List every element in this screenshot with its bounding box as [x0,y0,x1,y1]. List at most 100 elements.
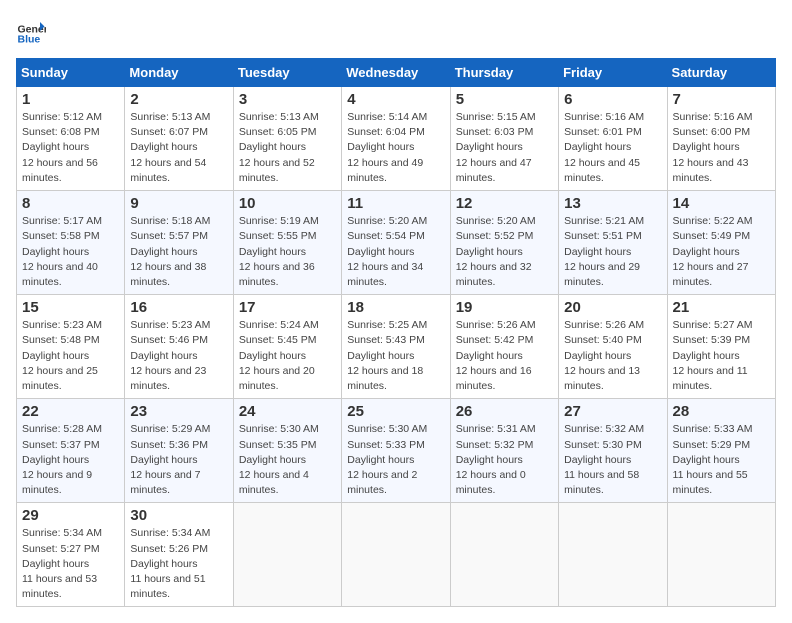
day-info: Sunrise: 5:26 AMSunset: 5:42 PMDaylight … [456,318,553,394]
calendar-day-cell: 5 Sunrise: 5:15 AMSunset: 6:03 PMDaylight… [450,87,558,191]
day-info: Sunrise: 5:24 AMSunset: 5:45 PMDaylight … [239,318,336,394]
day-info: Sunrise: 5:33 AMSunset: 5:29 PMDaylight … [673,422,770,498]
day-number: 2 [130,91,227,108]
calendar-day-cell: 15 Sunrise: 5:23 AMSunset: 5:48 PMDayligh… [17,295,125,399]
logo: General Blue [16,16,46,46]
day-number: 14 [673,195,770,212]
calendar-week-row: 15 Sunrise: 5:23 AMSunset: 5:48 PMDayligh… [17,295,776,399]
calendar-day-cell: 12 Sunrise: 5:20 AMSunset: 5:52 PMDayligh… [450,191,558,295]
day-number: 9 [130,195,227,212]
calendar-week-row: 29Sunrise: 5:34 AMSunset: 5:27 PMDayligh… [17,503,776,607]
day-info: Sunrise: 5:22 AMSunset: 5:49 PMDaylight … [673,214,770,290]
calendar-day-cell [559,503,667,607]
day-number: 16 [130,299,227,316]
day-info: Sunrise: 5:32 AMSunset: 5:30 PMDaylight … [564,422,661,498]
day-number: 22 [22,403,119,420]
day-number: 10 [239,195,336,212]
weekday-header: Tuesday [233,59,341,87]
calendar-day-cell: 7Sunrise: 5:16 AMSunset: 6:00 PMDaylight… [667,87,775,191]
calendar-week-row: 8Sunrise: 5:17 AMSunset: 5:58 PMDaylight… [17,191,776,295]
calendar-day-cell: 8Sunrise: 5:17 AMSunset: 5:58 PMDaylight… [17,191,125,295]
page-header: General Blue [16,16,776,46]
calendar-day-cell: 3Sunrise: 5:13 AMSunset: 6:05 PMDaylight… [233,87,341,191]
calendar-day-cell: 1 Sunrise: 5:12 AMSunset: 6:08 PMDaylight… [17,87,125,191]
day-info: Sunrise: 5:12 AMSunset: 6:08 PMDaylight … [22,110,119,186]
calendar-day-cell: 13Sunrise: 5:21 AMSunset: 5:51 PMDayligh… [559,191,667,295]
day-info: Sunrise: 5:34 AMSunset: 5:26 PMDaylight … [130,526,227,602]
day-info: Sunrise: 5:26 AMSunset: 5:40 PMDaylight … [564,318,661,394]
day-number: 30 [130,507,227,524]
calendar-day-cell: 19 Sunrise: 5:26 AMSunset: 5:42 PMDayligh… [450,295,558,399]
day-info: Sunrise: 5:25 AMSunset: 5:43 PMDaylight … [347,318,444,394]
calendar-day-cell: 29Sunrise: 5:34 AMSunset: 5:27 PMDayligh… [17,503,125,607]
day-info: Sunrise: 5:23 AMSunset: 5:46 PMDaylight … [130,318,227,394]
day-number: 17 [239,299,336,316]
calendar-day-cell: 21Sunrise: 5:27 AMSunset: 5:39 PMDayligh… [667,295,775,399]
calendar-day-cell: 16 Sunrise: 5:23 AMSunset: 5:46 PMDayligh… [125,295,233,399]
weekday-header: Monday [125,59,233,87]
calendar-day-cell: 22 Sunrise: 5:28 AMSunset: 5:37 PMDayligh… [17,399,125,503]
day-number: 21 [673,299,770,316]
day-info: Sunrise: 5:28 AMSunset: 5:37 PMDaylight … [22,422,119,498]
weekday-header-row: SundayMondayTuesdayWednesdayThursdayFrid… [17,59,776,87]
calendar-day-cell: 17 Sunrise: 5:24 AMSunset: 5:45 PMDayligh… [233,295,341,399]
svg-text:Blue: Blue [18,33,41,45]
day-number: 7 [673,91,770,108]
calendar-day-cell: 24 Sunrise: 5:30 AMSunset: 5:35 PMDayligh… [233,399,341,503]
calendar-day-cell: 28 Sunrise: 5:33 AMSunset: 5:29 PMDayligh… [667,399,775,503]
calendar-day-cell [342,503,450,607]
calendar-day-cell: 27 Sunrise: 5:32 AMSunset: 5:30 PMDayligh… [559,399,667,503]
calendar-day-cell: 23 Sunrise: 5:29 AMSunset: 5:36 PMDayligh… [125,399,233,503]
day-info: Sunrise: 5:20 AMSunset: 5:52 PMDaylight … [456,214,553,290]
calendar-day-cell [450,503,558,607]
day-info: Sunrise: 5:30 AMSunset: 5:33 PMDaylight … [347,422,444,498]
calendar-week-row: 22 Sunrise: 5:28 AMSunset: 5:37 PMDayligh… [17,399,776,503]
calendar-day-cell: 9 Sunrise: 5:18 AMSunset: 5:57 PMDaylight… [125,191,233,295]
day-number: 18 [347,299,444,316]
day-number: 6 [564,91,661,108]
day-number: 1 [22,91,119,108]
day-number: 12 [456,195,553,212]
calendar-day-cell: 20 Sunrise: 5:26 AMSunset: 5:40 PMDayligh… [559,295,667,399]
calendar-day-cell: 18 Sunrise: 5:25 AMSunset: 5:43 PMDayligh… [342,295,450,399]
calendar-day-cell: 30 Sunrise: 5:34 AMSunset: 5:26 PMDayligh… [125,503,233,607]
weekday-header: Wednesday [342,59,450,87]
day-info: Sunrise: 5:29 AMSunset: 5:36 PMDaylight … [130,422,227,498]
day-number: 5 [456,91,553,108]
day-info: Sunrise: 5:20 AMSunset: 5:54 PMDaylight … [347,214,444,290]
day-number: 8 [22,195,119,212]
day-info: Sunrise: 5:16 AMSunset: 6:01 PMDaylight … [564,110,661,186]
weekday-header: Friday [559,59,667,87]
day-info: Sunrise: 5:19 AMSunset: 5:55 PMDaylight … [239,214,336,290]
calendar-day-cell: 26Sunrise: 5:31 AMSunset: 5:32 PMDayligh… [450,399,558,503]
calendar-day-cell: 6 Sunrise: 5:16 AMSunset: 6:01 PMDaylight… [559,87,667,191]
day-info: Sunrise: 5:13 AMSunset: 6:05 PMDaylight … [239,110,336,186]
weekday-header: Thursday [450,59,558,87]
calendar-day-cell: 10 Sunrise: 5:19 AMSunset: 5:55 PMDayligh… [233,191,341,295]
calendar-week-row: 1 Sunrise: 5:12 AMSunset: 6:08 PMDaylight… [17,87,776,191]
weekday-header: Sunday [17,59,125,87]
day-info: Sunrise: 5:13 AMSunset: 6:07 PMDaylight … [130,110,227,186]
day-info: Sunrise: 5:23 AMSunset: 5:48 PMDaylight … [22,318,119,394]
logo-icon: General Blue [16,16,46,46]
day-number: 28 [673,403,770,420]
day-number: 11 [347,195,444,212]
calendar-day-cell: 25 Sunrise: 5:30 AMSunset: 5:33 PMDayligh… [342,399,450,503]
day-info: Sunrise: 5:15 AMSunset: 6:03 PMDaylight … [456,110,553,186]
day-number: 15 [22,299,119,316]
day-info: Sunrise: 5:21 AMSunset: 5:51 PMDaylight … [564,214,661,290]
weekday-header: Saturday [667,59,775,87]
day-number: 25 [347,403,444,420]
day-info: Sunrise: 5:30 AMSunset: 5:35 PMDaylight … [239,422,336,498]
day-number: 23 [130,403,227,420]
calendar-day-cell: 2 Sunrise: 5:13 AMSunset: 6:07 PMDaylight… [125,87,233,191]
calendar-day-cell: 11 Sunrise: 5:20 AMSunset: 5:54 PMDayligh… [342,191,450,295]
calendar-table: SundayMondayTuesdayWednesdayThursdayFrid… [16,58,776,607]
day-number: 24 [239,403,336,420]
day-number: 20 [564,299,661,316]
day-info: Sunrise: 5:18 AMSunset: 5:57 PMDaylight … [130,214,227,290]
day-number: 27 [564,403,661,420]
day-number: 19 [456,299,553,316]
day-info: Sunrise: 5:31 AMSunset: 5:32 PMDaylight … [456,422,553,498]
calendar-day-cell: 4Sunrise: 5:14 AMSunset: 6:04 PMDaylight… [342,87,450,191]
